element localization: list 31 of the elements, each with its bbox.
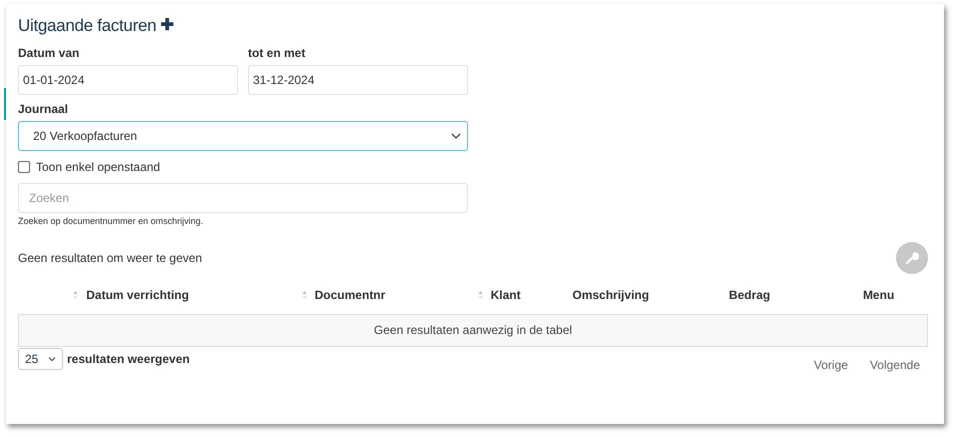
date-field[interactable]: 01-01-2024 — [18, 65, 238, 95]
column-header[interactable]: Bedrag — [728, 286, 770, 304]
field-label: Datum van — [18, 45, 80, 62]
pagination-link[interactable]: Volgende — [862, 356, 928, 374]
pagination-link[interactable]: Vorige — [806, 356, 856, 374]
date-field[interactable]: 31-12-2024 — [248, 65, 468, 95]
page-size-dropdown[interactable]: 25 — [18, 348, 63, 370]
field-label: tot en met — [248, 45, 306, 62]
column-header[interactable]: Klant — [490, 286, 521, 304]
field-label: Journaal — [18, 101, 70, 118]
result-info: Geen resultaten om weer te geven — [18, 250, 202, 266]
search-hint: Zoeken op documentnummer en omschrijving. — [18, 215, 204, 228]
sort-icon[interactable] — [478, 290, 483, 300]
empty-message: Geen resultaten aanwezig in de tabel — [374, 322, 572, 339]
column-header[interactable]: Documentnr — [314, 286, 386, 304]
column-header[interactable]: Menu — [862, 286, 894, 304]
checkbox[interactable] — [18, 161, 30, 173]
column-header[interactable]: Omschrijving — [572, 286, 650, 304]
chevron-down-icon — [48, 356, 56, 362]
checkbox-label: Toon enkel openstaand — [36, 159, 160, 176]
page-size-label: resultaten weergeven — [67, 350, 190, 368]
search-field[interactable]: Zoeken — [18, 183, 468, 213]
chevron-down-icon — [451, 132, 461, 140]
add-icon[interactable]: ✚ — [160, 18, 174, 34]
sort-icon[interactable] — [73, 290, 78, 300]
sort-icon[interactable] — [302, 290, 307, 300]
page-title: Uitgaande facturen — [18, 15, 156, 38]
wrench-button[interactable] — [896, 242, 928, 274]
active-indicator — [4, 88, 6, 120]
column-header[interactable]: Datum verrichting — [86, 286, 189, 304]
journal-dropdown[interactable]: 20 Verkoopfacturen — [18, 121, 468, 151]
